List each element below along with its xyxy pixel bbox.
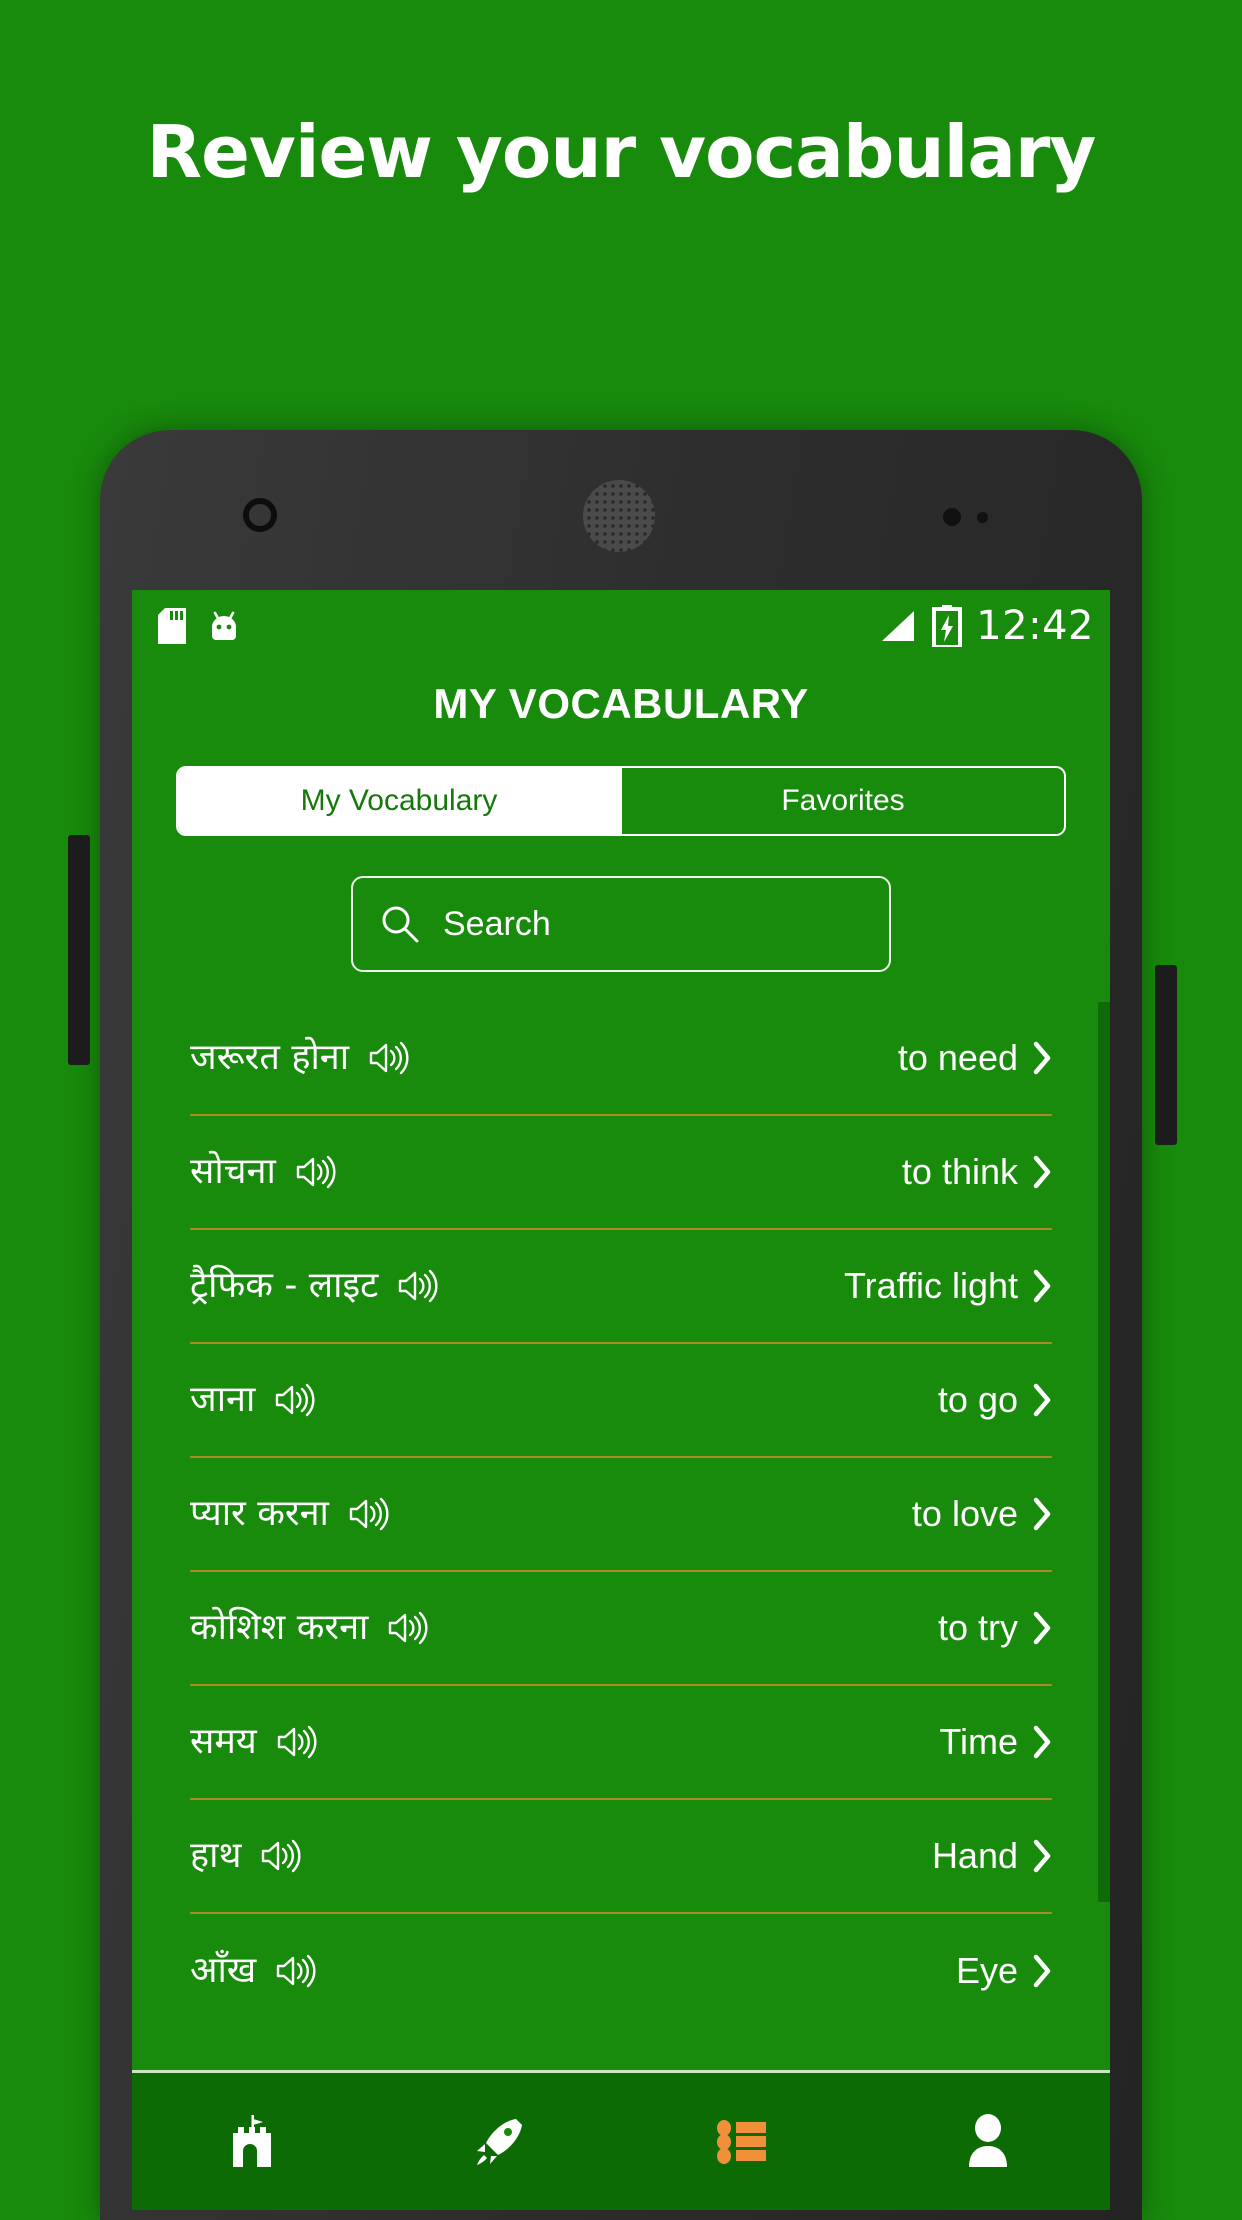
android-robot-icon	[208, 608, 240, 644]
proximity-sensor-icon	[943, 508, 961, 526]
tab-favorites-label: Favorites	[781, 784, 905, 817]
vocabulary-translation: to think	[901, 1151, 1018, 1192]
chevron-right-icon[interactable]	[1032, 1839, 1052, 1873]
chevron-right-icon[interactable]	[1032, 1611, 1052, 1645]
vocabulary-row[interactable]: जाना to go	[190, 1344, 1052, 1458]
chevron-right-icon[interactable]	[1032, 1383, 1052, 1417]
speaker-audio-icon[interactable]	[294, 1155, 336, 1189]
search-placeholder: Search	[443, 904, 551, 943]
bottom-navigation	[132, 2070, 1110, 2210]
battery-charging-icon	[932, 605, 963, 649]
sd-card-icon	[158, 608, 186, 644]
vocabulary-row[interactable]: जरूरत होना to need	[190, 1002, 1052, 1116]
volume-button[interactable]	[68, 835, 90, 1065]
vocabulary-row[interactable]: आँख Eye	[190, 1914, 1052, 2028]
status-bar: 12:42	[132, 590, 1110, 662]
speaker-audio-icon[interactable]	[275, 1725, 317, 1759]
speaker-audio-icon[interactable]	[273, 1383, 315, 1417]
vocabulary-row[interactable]: सोचना to think	[190, 1116, 1052, 1230]
vocabulary-word: सोचना	[190, 1151, 276, 1192]
chevron-right-icon[interactable]	[1032, 1155, 1052, 1189]
vocabulary-row[interactable]: कोशिश करना to try	[190, 1572, 1052, 1686]
speaker-audio-icon[interactable]	[396, 1269, 438, 1303]
vocabulary-word: आँख	[190, 1950, 257, 1991]
page-title: Review your vocabulary	[146, 110, 1097, 194]
speaker-audio-icon[interactable]	[367, 1041, 409, 1075]
light-sensor-icon	[977, 512, 988, 523]
speaker-audio-icon[interactable]	[347, 1497, 389, 1531]
vocabulary-word: प्यार करना	[190, 1493, 329, 1534]
castle-icon	[223, 2111, 285, 2173]
vocabulary-word: हाथ	[190, 1835, 242, 1876]
app-title: MY VOCABULARY	[433, 680, 809, 727]
vocabulary-row[interactable]: ट्रैफिक - लाइट Traffic light	[190, 1230, 1052, 1344]
vocabulary-word: जरूरत होना	[190, 1037, 350, 1078]
tab-bar: My Vocabulary Favorites	[176, 766, 1066, 836]
chevron-right-icon[interactable]	[1032, 1497, 1052, 1531]
vocabulary-word: समय	[190, 1721, 257, 1762]
vocabulary-row[interactable]: प्यार करना to love	[190, 1458, 1052, 1572]
vocabulary-translation: Eye	[955, 1950, 1018, 1991]
nav-item-castle[interactable]	[132, 2111, 377, 2173]
speaker-audio-icon[interactable]	[259, 1839, 301, 1873]
vocabulary-word: जाना	[190, 1379, 256, 1420]
vocabulary-word: ट्रैफिक - लाइट	[190, 1265, 379, 1306]
vocabulary-translation: Hand	[931, 1835, 1018, 1876]
status-bar-clock: 12:42	[976, 603, 1094, 649]
camera-lens-icon	[243, 498, 277, 532]
device-screen: 12:42 MY VOCABULARY My Vocabulary Favori…	[132, 590, 1110, 2210]
tab-favorites[interactable]: Favorites	[620, 768, 1064, 834]
list-icon	[712, 2111, 774, 2173]
chevron-right-icon[interactable]	[1032, 1041, 1052, 1075]
vocabulary-word: कोशिश करना	[190, 1607, 369, 1648]
vocabulary-translation: to need	[897, 1037, 1018, 1078]
chevron-right-icon[interactable]	[1032, 1725, 1052, 1759]
vocabulary-translation: to try	[937, 1607, 1018, 1648]
vocabulary-translation: to go	[937, 1379, 1018, 1420]
speaker-audio-icon[interactable]	[386, 1611, 428, 1645]
power-button[interactable]	[1155, 965, 1177, 1145]
vocabulary-row[interactable]: समय Time	[190, 1686, 1052, 1800]
scrollbar[interactable]	[1098, 1002, 1110, 1902]
nav-item-profile[interactable]	[866, 2111, 1111, 2173]
search-input[interactable]: Search	[351, 876, 891, 972]
earpiece-speaker-icon	[583, 480, 655, 552]
tab-my-vocabulary[interactable]: My Vocabulary	[178, 768, 620, 834]
vocabulary-translation: Traffic light	[843, 1265, 1018, 1306]
person-icon	[957, 2111, 1019, 2173]
speaker-audio-icon[interactable]	[274, 1954, 316, 1988]
rocket-icon	[468, 2111, 530, 2173]
chevron-right-icon[interactable]	[1032, 1954, 1052, 1988]
vocabulary-list: जरूरत होना to need सोचना to think ट्रैफिक - …	[132, 1002, 1110, 2028]
vocabulary-translation: Time	[939, 1721, 1018, 1762]
chevron-right-icon[interactable]	[1032, 1269, 1052, 1303]
tab-my-vocabulary-label: My Vocabulary	[300, 784, 498, 817]
vocabulary-row[interactable]: हाथ Hand	[190, 1800, 1052, 1914]
nav-item-list[interactable]	[621, 2111, 866, 2173]
nav-item-rocket[interactable]	[377, 2111, 622, 2173]
vocabulary-translation: to love	[911, 1493, 1018, 1534]
search-icon	[379, 903, 421, 945]
signal-bars-icon	[878, 609, 918, 643]
